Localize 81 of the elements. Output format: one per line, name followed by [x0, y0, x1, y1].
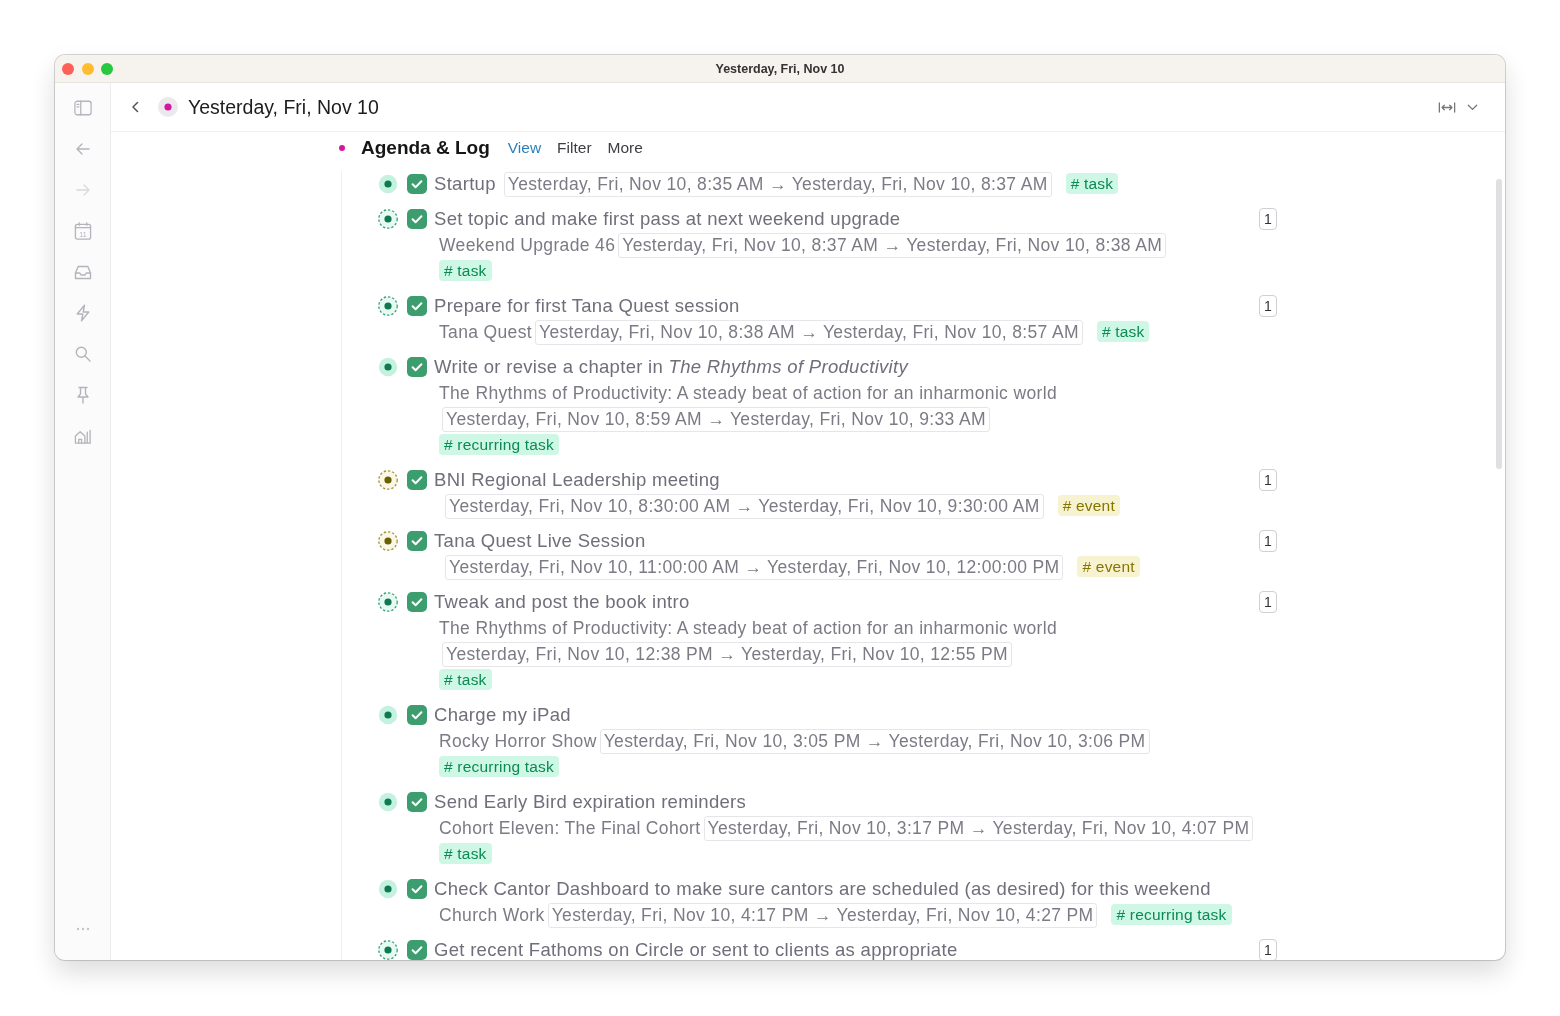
- tag-chip[interactable]: # task: [1065, 173, 1119, 194]
- child-count-badge[interactable]: 1: [1259, 591, 1277, 613]
- node-bullet-icon[interactable]: [378, 879, 398, 899]
- bullet-icon[interactable]: [339, 145, 345, 151]
- child-count-badge[interactable]: 1: [1259, 295, 1277, 317]
- tag-chip[interactable]: # event: [1077, 556, 1140, 577]
- checkbox[interactable]: [407, 531, 427, 551]
- task-title: Write or revise a chapter in The Rhythms of Productivity: [434, 356, 908, 377]
- task-title: Tweak and post the book intro: [434, 591, 690, 612]
- reference-link[interactable]: Tana Quest: [439, 322, 532, 342]
- reference-link[interactable]: Weekend Upgrade 46: [439, 235, 616, 255]
- view-option-tab[interactable]: More: [607, 139, 643, 157]
- node-bullet-icon[interactable]: [378, 792, 398, 812]
- search-icon[interactable]: [73, 344, 92, 363]
- node-bullet-icon[interactable]: [378, 531, 398, 551]
- view-option-tab[interactable]: View: [507, 139, 542, 157]
- task-title: Startup: [434, 173, 496, 194]
- view-option-tab[interactable]: Filter: [557, 139, 592, 157]
- task-title: BNI Regional Leadership meeting: [434, 469, 720, 490]
- page-title: Yesterday, Fri, Nov 10: [188, 95, 379, 119]
- task-title: Check Cantor Dashboard to make sure cantors are scheduled (as desired) for this weekend: [434, 878, 1211, 899]
- date-range[interactable]: Yesterday, Fri, Nov 10, 3:05 PM → Yesterday, Fri, Nov 10, 3:06 PM: [599, 729, 1150, 754]
- sidebar-toggle-icon[interactable]: [73, 98, 92, 117]
- scrollbar-thumb[interactable]: [1496, 179, 1502, 469]
- checkbox[interactable]: [407, 705, 427, 725]
- checkbox[interactable]: [407, 940, 427, 960]
- date-range[interactable]: Yesterday, Fri, Nov 10, 8:30:00 AM → Yesterday, Fri, Nov 10, 9:30:00 AM: [445, 494, 1044, 519]
- tag-chip[interactable]: # event: [1057, 495, 1120, 516]
- date-range[interactable]: Yesterday, Fri, Nov 10, 12:38 PM → Yesterday, Fri, Nov 10, 12:55 PM: [442, 642, 1012, 667]
- node-bullet-icon[interactable]: [378, 174, 398, 194]
- reference-link[interactable]: The Rhythms of Productivity: A steady beat of action for an inharmonic world: [439, 383, 1057, 403]
- task-title: Set topic and make first pass at next weekend upgrade: [434, 208, 901, 229]
- reference-link[interactable]: Church Work: [439, 905, 545, 925]
- tag-chip[interactable]: # task: [439, 669, 492, 690]
- tag-chip[interactable]: # recurring task: [439, 434, 560, 455]
- node-bullet-icon[interactable]: [158, 97, 178, 117]
- date-range[interactable]: Yesterday, Fri, Nov 10, 8:38 AM → Yesterday, Fri, Nov 10, 8:57 AM: [535, 320, 1083, 345]
- section-title: Agenda & Log: [361, 137, 490, 159]
- checkbox[interactable]: [407, 174, 427, 194]
- task-title: Charge my iPad: [434, 704, 571, 725]
- node-bullet-icon[interactable]: [378, 296, 398, 316]
- node-bullet-icon[interactable]: [378, 940, 398, 960]
- checkbox[interactable]: [407, 296, 427, 316]
- date-range[interactable]: Yesterday, Fri, Nov 10, 8:37 AM → Yesterday, Fri, Nov 10, 8:38 AM: [618, 233, 1167, 258]
- date-range[interactable]: Yesterday, Fri, Nov 10, 8:35 AM → Yesterday, Fri, Nov 10, 8:37 AM: [503, 172, 1052, 197]
- reference-link[interactable]: Rocky Horror Show: [439, 731, 597, 751]
- child-count-badge[interactable]: 1: [1259, 530, 1277, 552]
- checkbox[interactable]: [407, 470, 427, 490]
- node-bullet-icon[interactable]: [378, 209, 398, 229]
- date-range[interactable]: Yesterday, Fri, Nov 10, 3:17 PM → Yesterday, Fri, Nov 10, 4:07 PM: [703, 816, 1254, 841]
- checkbox[interactable]: [407, 209, 427, 229]
- reference-link[interactable]: The Rhythms of Productivity: A steady beat of action for an inharmonic world: [439, 618, 1057, 638]
- child-count-badge[interactable]: 1: [1259, 939, 1277, 960]
- window-title: Yesterday, Fri, Nov 10: [715, 61, 845, 76]
- checkbox[interactable]: [407, 592, 427, 612]
- checkbox[interactable]: [407, 357, 427, 377]
- checkbox[interactable]: [407, 792, 427, 812]
- node-bullet-icon[interactable]: [378, 592, 398, 612]
- checkbox[interactable]: [407, 879, 427, 899]
- child-count-badge[interactable]: 1: [1259, 208, 1277, 230]
- task-title: Tana Quest Live Session: [434, 530, 646, 551]
- task-title: Get recent Fathoms on Circle or sent to clients as appropriate: [434, 939, 958, 960]
- zoom-window-icon[interactable]: [101, 62, 113, 75]
- tag-chip[interactable]: # recurring task: [439, 756, 560, 777]
- task-title: Prepare for first Tana Quest session: [434, 295, 740, 316]
- expand-width-icon[interactable]: [1438, 100, 1456, 114]
- reference-link[interactable]: Cohort Eleven: The Final Cohort: [439, 818, 701, 838]
- tag-chip[interactable]: # task: [439, 260, 492, 281]
- date-range[interactable]: Yesterday, Fri, Nov 10, 8:59 AM → Yesterday, Fri, Nov 10, 9:33 AM: [442, 407, 990, 432]
- tag-chip[interactable]: # task: [439, 843, 492, 864]
- node-bullet-icon[interactable]: [378, 357, 398, 377]
- tag-chip[interactable]: # recurring task: [1111, 904, 1232, 925]
- date-range[interactable]: Yesterday, Fri, Nov 10, 11:00:00 AM → Yesterday, Fri, Nov 10, 12:00:00 PM: [445, 555, 1064, 580]
- task-title: Send Early Bird expiration reminders: [434, 791, 747, 812]
- node-bullet-icon[interactable]: [378, 705, 398, 725]
- child-count-badge[interactable]: 1: [1259, 469, 1277, 491]
- chevron-left-icon[interactable]: [130, 99, 140, 115]
- node-bullet-icon[interactable]: [378, 470, 398, 490]
- date-range[interactable]: Yesterday, Fri, Nov 10, 4:17 PM → Yesterday, Fri, Nov 10, 4:27 PM: [547, 903, 1098, 928]
- tag-chip[interactable]: # task: [1096, 321, 1150, 342]
- close-window-icon[interactable]: [62, 62, 74, 75]
